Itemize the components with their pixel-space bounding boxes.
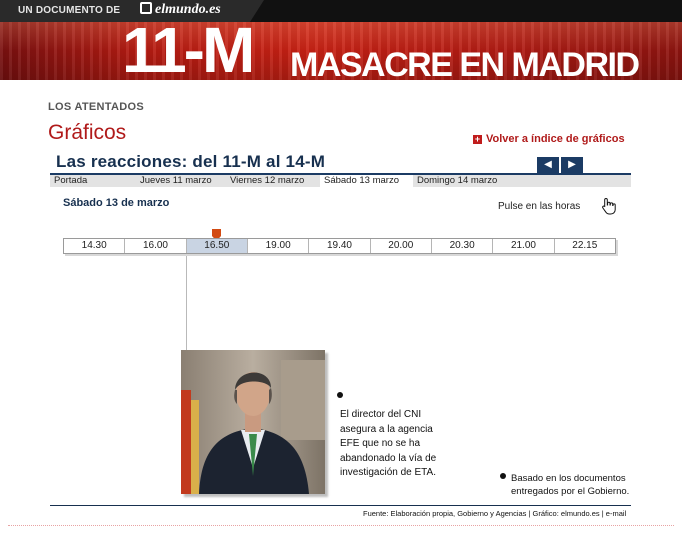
hour-2100[interactable]: 21.00	[493, 239, 555, 253]
top-bar: UN DOCUMENTO DE elmundo.es	[0, 0, 682, 22]
page-title: Gráficos	[48, 121, 127, 144]
tab-sabado[interactable]: Sábado 13 marzo	[320, 175, 413, 187]
bottom-dotted-divider	[8, 525, 674, 526]
hour-timeline: 14.30 16.00 16.50 19.00 19.40 20.00 20.3…	[63, 238, 616, 254]
tab-viernes[interactable]: Viernes 12 marzo	[226, 175, 320, 187]
source-bullet	[500, 473, 506, 479]
footer-rule	[50, 505, 631, 506]
logo-icon	[140, 2, 152, 14]
day-tabs: Portada Jueves 11 marzo Viernes 12 marzo…	[50, 173, 631, 187]
hour-1650[interactable]: 16.50	[186, 239, 248, 253]
prev-arrow-button[interactable]: ◀	[537, 157, 559, 173]
source-note: Basado en los documentos entregados por …	[511, 473, 630, 497]
graphic-heading: Las reacciones: del 11-M al 14-M	[56, 152, 326, 171]
plus-icon: +	[473, 134, 482, 144]
back-to-index-link[interactable]: + Volver a índice de gráficos	[473, 133, 625, 145]
current-date: Sábado 13 de marzo	[63, 197, 170, 209]
hour-1430[interactable]: 14.30	[64, 239, 126, 253]
next-arrow-button[interactable]: ▶	[561, 157, 583, 173]
hour-2030[interactable]: 20.30	[432, 239, 494, 253]
hour-2215[interactable]: 22.15	[555, 239, 615, 253]
portrait-illustration	[181, 350, 325, 494]
hour-1900[interactable]: 19.00	[248, 239, 310, 253]
tab-domingo[interactable]: Domingo 14 marzo	[413, 175, 509, 187]
elmundo-logo[interactable]: elmundo.es	[140, 2, 221, 18]
caption-bullet	[337, 392, 343, 398]
footer-credits[interactable]: Fuente: Elaboración propia, Gobierno y A…	[363, 509, 626, 518]
hour-1600[interactable]: 16.00	[125, 239, 187, 253]
banner-subtitle: MASACRE EN MADRID	[290, 46, 640, 80]
banner-big-text: 11-M	[122, 22, 255, 80]
instruction-text: Pulse en las horas	[498, 201, 581, 212]
portrait-photo	[181, 350, 325, 494]
event-caption: El director del CNI asegura a la agencia…	[340, 409, 437, 478]
section-label: LOS ATENTADOS	[48, 101, 144, 113]
connector-line	[186, 256, 187, 350]
tab-portada[interactable]: Portada	[50, 175, 136, 187]
back-link-label: Volver a índice de gráficos	[486, 133, 625, 145]
top-bar-label: UN DOCUMENTO DE	[18, 5, 121, 16]
logo-text: elmundo.es	[155, 2, 221, 17]
hour-2000[interactable]: 20.00	[371, 239, 432, 253]
hour-1940[interactable]: 19.40	[309, 239, 371, 253]
header-banner: 11-M MASACRE EN MADRID	[0, 22, 682, 80]
pointer-hand-icon	[602, 197, 616, 215]
tab-jueves[interactable]: Jueves 11 marzo	[136, 175, 230, 187]
